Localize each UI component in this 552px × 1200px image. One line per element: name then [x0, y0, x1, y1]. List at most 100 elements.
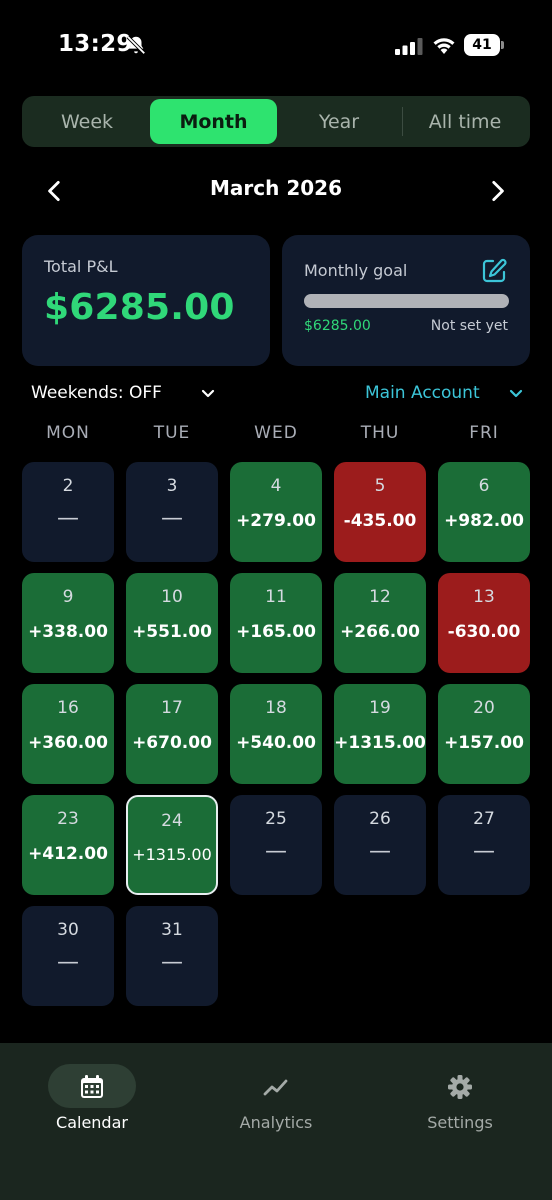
- day-pnl-value: -630.00: [447, 622, 521, 642]
- day-cell-10[interactable]: 10 +551.00: [126, 573, 218, 673]
- day-cell-19[interactable]: 19 +1315.00: [334, 684, 426, 784]
- nav-label-analytics[interactable]: Analytics: [206, 1113, 346, 1132]
- day-cell-11[interactable]: 11 +165.00: [230, 573, 322, 673]
- day-pnl-value: —: [473, 839, 495, 864]
- analytics-icon[interactable]: [262, 1073, 290, 1101]
- chevron-down-icon[interactable]: [200, 386, 216, 402]
- day-cell-31[interactable]: 31 —: [126, 906, 218, 1006]
- day-number: 13: [473, 587, 495, 607]
- wifi-icon: [433, 38, 455, 54]
- day-cell-16[interactable]: 16 +360.00: [22, 684, 114, 784]
- day-pnl-value: +165.00: [236, 622, 316, 642]
- bottom-nav: Calendar Analytics Settings: [0, 1043, 552, 1200]
- day-number: 20: [473, 698, 495, 718]
- chevron-right-icon[interactable]: [484, 178, 510, 204]
- day-number: 16: [57, 698, 79, 718]
- weekday-thu: THU: [360, 423, 400, 443]
- day-pnl-value: +157.00: [444, 733, 524, 753]
- day-number: 9: [62, 587, 74, 607]
- day-pnl-value: +360.00: [28, 733, 108, 753]
- day-number: 23: [57, 809, 79, 829]
- day-number: 30: [57, 920, 79, 940]
- day-number: 17: [161, 698, 183, 718]
- monthly-goal-card[interactable]: Monthly goal $6285.00 Not set yet: [282, 235, 530, 366]
- status-bar: 13:29 41: [0, 0, 552, 90]
- day-number: 31: [161, 920, 183, 940]
- weekday-mon: MON: [46, 423, 90, 443]
- day-cell-18[interactable]: 18 +540.00: [230, 684, 322, 784]
- weekends-toggle[interactable]: Weekends: OFF: [31, 383, 162, 403]
- day-cell-2[interactable]: 2—: [22, 462, 114, 562]
- day-pnl-value: +982.00: [444, 511, 524, 531]
- period-tab-month[interactable]: Month: [150, 99, 277, 144]
- day-number: 6: [478, 476, 490, 496]
- day-number: 2: [62, 476, 74, 496]
- edit-icon[interactable]: [480, 257, 508, 285]
- day-pnl-value: —: [161, 506, 183, 531]
- day-number: 12: [369, 587, 391, 607]
- day-cell-30[interactable]: 30 —: [22, 906, 114, 1006]
- battery-tip: [501, 41, 504, 49]
- day-number: 3: [166, 476, 178, 496]
- calendar-icon[interactable]: [78, 1073, 106, 1101]
- day-cell-25[interactable]: 25 —: [230, 795, 322, 895]
- day-number: 24: [161, 811, 183, 831]
- cellular-signal-icon: [395, 38, 423, 55]
- battery-icon: 41: [464, 34, 504, 56]
- day-cell-4[interactable]: 4 +279.00: [230, 462, 322, 562]
- day-pnl-value: —: [57, 506, 79, 531]
- monthly-goal-label: Monthly goal: [304, 261, 408, 280]
- day-cell-20[interactable]: 20 +157.00: [438, 684, 530, 784]
- gear-icon[interactable]: [446, 1073, 474, 1101]
- day-pnl-value: +540.00: [236, 733, 316, 753]
- goal-target-value: Not set yet: [430, 318, 508, 334]
- day-pnl-value: +412.00: [28, 844, 108, 864]
- month-title: March 2026: [210, 176, 342, 200]
- total-pnl-card: Total P&L $6285.00: [22, 235, 270, 366]
- total-pnl-label: Total P&L: [44, 257, 118, 276]
- weekday-wed: WED: [254, 423, 298, 443]
- period-tab-week[interactable]: Week: [25, 99, 149, 144]
- month-nav: March 2026: [0, 168, 552, 214]
- day-pnl-value: +1315.00: [334, 733, 426, 753]
- day-cell-17[interactable]: 17 +670.00: [126, 684, 218, 784]
- day-number: 5: [374, 476, 386, 496]
- nav-label-settings[interactable]: Settings: [390, 1113, 530, 1132]
- day-cell-5[interactable]: 5 -435.00: [334, 462, 426, 562]
- day-cell-13[interactable]: 13 -630.00: [438, 573, 530, 673]
- bell-slash-icon: [126, 35, 146, 55]
- day-cell-3[interactable]: 3—: [126, 462, 218, 562]
- day-number: 19: [369, 698, 391, 718]
- day-pnl-value: +1315.00: [132, 845, 212, 864]
- nav-label-calendar[interactable]: Calendar: [22, 1113, 162, 1132]
- day-cell-6[interactable]: 6 +982.00: [438, 462, 530, 562]
- day-cell-27[interactable]: 27 —: [438, 795, 530, 895]
- day-number: 25: [265, 809, 287, 829]
- day-pnl-value: +279.00: [236, 511, 316, 531]
- day-pnl-value: +551.00: [132, 622, 212, 642]
- day-number: 18: [265, 698, 287, 718]
- day-pnl-value: +670.00: [132, 733, 212, 753]
- day-pnl-value: +266.00: [340, 622, 420, 642]
- period-selector: Week Month Year All time: [22, 96, 530, 147]
- day-pnl-value: —: [161, 950, 183, 975]
- day-number: 26: [369, 809, 391, 829]
- day-cell-12[interactable]: 12 +266.00: [334, 573, 426, 673]
- account-selector[interactable]: Main Account: [365, 383, 480, 403]
- period-tab-all-time[interactable]: All time: [404, 99, 526, 144]
- day-cell-24[interactable]: 24 +1315.00: [126, 795, 218, 895]
- day-cell-26[interactable]: 26 —: [334, 795, 426, 895]
- chevron-down-icon[interactable]: [508, 386, 524, 402]
- day-pnl-value: -435.00: [343, 511, 417, 531]
- weekday-fri: FRI: [469, 423, 499, 443]
- weekday-tue: TUE: [153, 423, 191, 443]
- day-pnl-value: +338.00: [28, 622, 108, 642]
- goal-progress-bar: [304, 294, 509, 308]
- period-divider: [402, 107, 403, 136]
- day-number: 10: [161, 587, 183, 607]
- period-tab-year[interactable]: Year: [278, 99, 400, 144]
- day-cell-23[interactable]: 23 +412.00: [22, 795, 114, 895]
- day-cell-9[interactable]: 9 +338.00: [22, 573, 114, 673]
- battery-level: 41: [464, 34, 500, 56]
- status-time: 13:29: [58, 31, 133, 57]
